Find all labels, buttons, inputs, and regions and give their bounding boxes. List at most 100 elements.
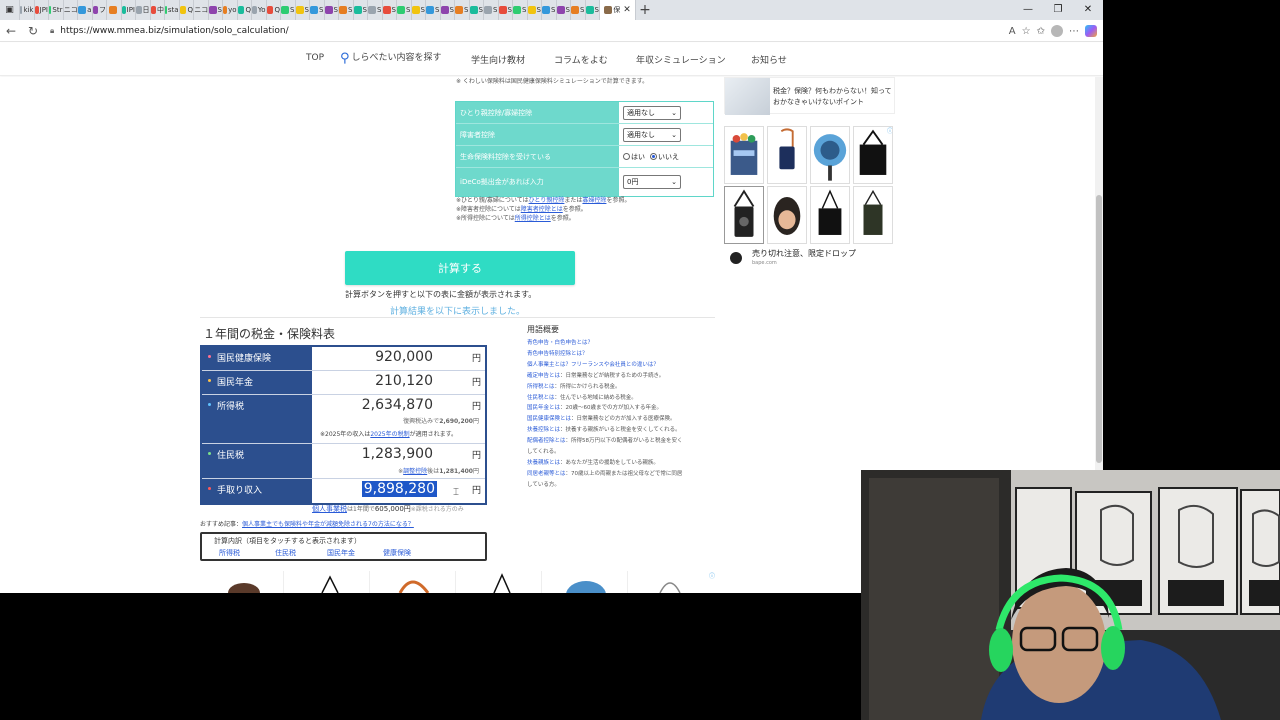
tab-actions-icon[interactable]: ▣ <box>0 0 20 20</box>
tab-item[interactable]: S <box>295 0 310 20</box>
business-tax-link[interactable]: 個人事業税 <box>312 505 347 513</box>
nav-news[interactable]: お知らせ <box>751 53 787 66</box>
tab-item[interactable]: S <box>556 0 571 20</box>
breakdown-resident-tax[interactable]: 住民税 <box>275 548 296 558</box>
glossary-link[interactable]: 青色申告特別控除とは？ <box>527 351 588 357</box>
tab-item[interactable]: S <box>208 0 223 20</box>
profile-avatar-icon[interactable] <box>1051 25 1063 37</box>
glossary-link[interactable]: 個人事業主とは？フリーランスや会社員との違いは？ <box>527 362 659 368</box>
tab-item[interactable]: yo <box>223 0 238 20</box>
maximize-icon[interactable]: ❐ <box>1043 0 1073 20</box>
breakdown-income-tax[interactable]: 所得税 <box>219 548 240 558</box>
more-menu-icon[interactable]: ⋯ <box>1069 26 1079 37</box>
disability-link[interactable]: 障害者控除とは <box>521 206 563 213</box>
tab-item[interactable]: 日 <box>136 0 151 20</box>
life-insurance-no[interactable]: いいえ <box>650 152 679 162</box>
income-deduction-link[interactable]: 所得控除とは <box>515 215 551 222</box>
tab-item[interactable]: フ <box>92 0 107 20</box>
tab-item[interactable]: S <box>484 0 499 20</box>
product-image[interactable] <box>458 571 542 593</box>
product-image[interactable] <box>810 126 850 184</box>
tab-item[interactable]: S <box>411 0 426 20</box>
tab-item[interactable] <box>107 0 122 20</box>
adjustment-deduction-link[interactable]: 調整控除 <box>403 468 427 475</box>
recommended-article-link[interactable]: 個人事業主でも保険料や年金が減額免除される7の方法になる？ <box>242 521 414 528</box>
tab-item[interactable]: S <box>281 0 296 20</box>
product-image[interactable] <box>630 571 714 593</box>
tab-item[interactable]: S <box>310 0 325 20</box>
product-image[interactable] <box>286 571 370 593</box>
copilot-icon[interactable] <box>1085 25 1097 37</box>
tab-item[interactable]: Q <box>237 0 252 20</box>
product-image[interactable] <box>544 571 628 593</box>
tax-system-2025-link[interactable]: 2025年の税制 <box>370 431 409 438</box>
glossary-link[interactable]: 扶養控除とは <box>527 427 560 433</box>
close-tab-icon[interactable]: ✕ <box>623 5 631 15</box>
tab-item[interactable]: S <box>513 0 528 20</box>
tab-item[interactable]: S <box>527 0 542 20</box>
tab-item[interactable]: S <box>571 0 586 20</box>
disability-select[interactable]: 適用なし ⌄ <box>623 127 681 142</box>
tab-item[interactable]: ニコ <box>194 0 209 20</box>
breakdown-health[interactable]: 健康保険 <box>383 548 411 558</box>
nav-top[interactable]: TOP <box>306 53 324 63</box>
calculate-button[interactable]: 計算する <box>345 251 575 285</box>
single-parent-select[interactable]: 適用なし ⌄ <box>623 105 681 120</box>
product-image[interactable] <box>767 186 807 244</box>
glossary-link[interactable]: 青色申告・白色申告とは？ <box>527 340 593 346</box>
address-bar[interactable]: 🔒︎ https://www.mmea.biz/simulation/solo_… <box>42 22 972 40</box>
product-image[interactable] <box>853 126 893 184</box>
nav-students[interactable]: 学生向け教材 <box>471 53 525 66</box>
tab-item[interactable]: JPI <box>34 0 49 20</box>
tab-item[interactable]: S <box>498 0 513 20</box>
nav-simulation[interactable]: 年収シミュレーション <box>636 53 726 66</box>
product-image[interactable] <box>200 571 284 593</box>
take-home-value[interactable]: 9,898,280 <box>361 481 437 497</box>
glossary-link[interactable]: 国民年金とは <box>527 405 560 411</box>
tab-item[interactable]: S <box>469 0 484 20</box>
tab-item[interactable]: S <box>455 0 470 20</box>
tab-item[interactable]: Q <box>179 0 194 20</box>
tab-item[interactable]: IPI <box>121 0 136 20</box>
shop-ad[interactable]: ⓘ 売り切れ注意、限定ドロップ bape.com <box>724 126 895 269</box>
tab-item[interactable]: S <box>542 0 557 20</box>
tab-item[interactable]: S <box>440 0 455 20</box>
close-window-icon[interactable]: ✕ <box>1073 0 1103 20</box>
product-image[interactable] <box>372 571 456 593</box>
ad-choices-icon[interactable]: ⓘ <box>709 571 715 580</box>
glossary-link[interactable]: 所得税とは <box>527 384 555 390</box>
back-icon[interactable]: ← <box>0 24 22 38</box>
tab-item[interactable]: S <box>368 0 383 20</box>
favorite-star-icon[interactable]: ☆ <box>1022 26 1031 37</box>
glossary-link[interactable]: 扶養親族とは <box>527 460 560 466</box>
breakdown-pension[interactable]: 国民年金 <box>327 548 355 558</box>
sidebar-article-card[interactable]: 税金？保険？何もわからない！知って おかなきゃいけないポイント <box>724 77 895 115</box>
tab-item[interactable]: S <box>382 0 397 20</box>
reload-icon[interactable]: ↻ <box>22 24 44 38</box>
tab-active[interactable]: 保 ✕ <box>600 0 636 20</box>
product-image[interactable] <box>810 186 850 244</box>
glossary-link[interactable]: 配偶者控除とは <box>527 438 566 444</box>
tab-item[interactable]: S <box>324 0 339 20</box>
minimize-icon[interactable]: — <box>1013 0 1043 20</box>
scrollbar-thumb[interactable] <box>1096 195 1102 463</box>
tab-item[interactable]: Q <box>266 0 281 20</box>
glossary-link[interactable]: 国民健康保険とは <box>527 416 571 422</box>
tab-item[interactable]: S <box>353 0 368 20</box>
product-image[interactable] <box>724 126 764 184</box>
tab-item[interactable]: ニコ <box>64 0 78 20</box>
tab-item[interactable]: 中 <box>150 0 165 20</box>
tab-item[interactable]: a <box>78 0 93 20</box>
life-insurance-yes[interactable]: はい <box>623 152 645 162</box>
tab-item[interactable]: sta <box>165 0 180 20</box>
tab-item[interactable]: Str <box>49 0 64 20</box>
ideco-select[interactable]: 0円 ⌄ <box>623 175 681 189</box>
glossary-link[interactable]: 同居老親等とは <box>527 471 566 477</box>
tab-item[interactable]: kik <box>20 0 35 20</box>
new-tab-icon[interactable]: + <box>636 2 654 18</box>
tab-item[interactable]: S <box>397 0 412 20</box>
single-parent-link[interactable]: ひとり親控除 <box>529 197 565 204</box>
tab-item[interactable]: S <box>339 0 354 20</box>
widow-link[interactable]: 寡婦控除 <box>582 197 606 204</box>
glossary-link[interactable]: 住民税とは <box>527 395 555 401</box>
